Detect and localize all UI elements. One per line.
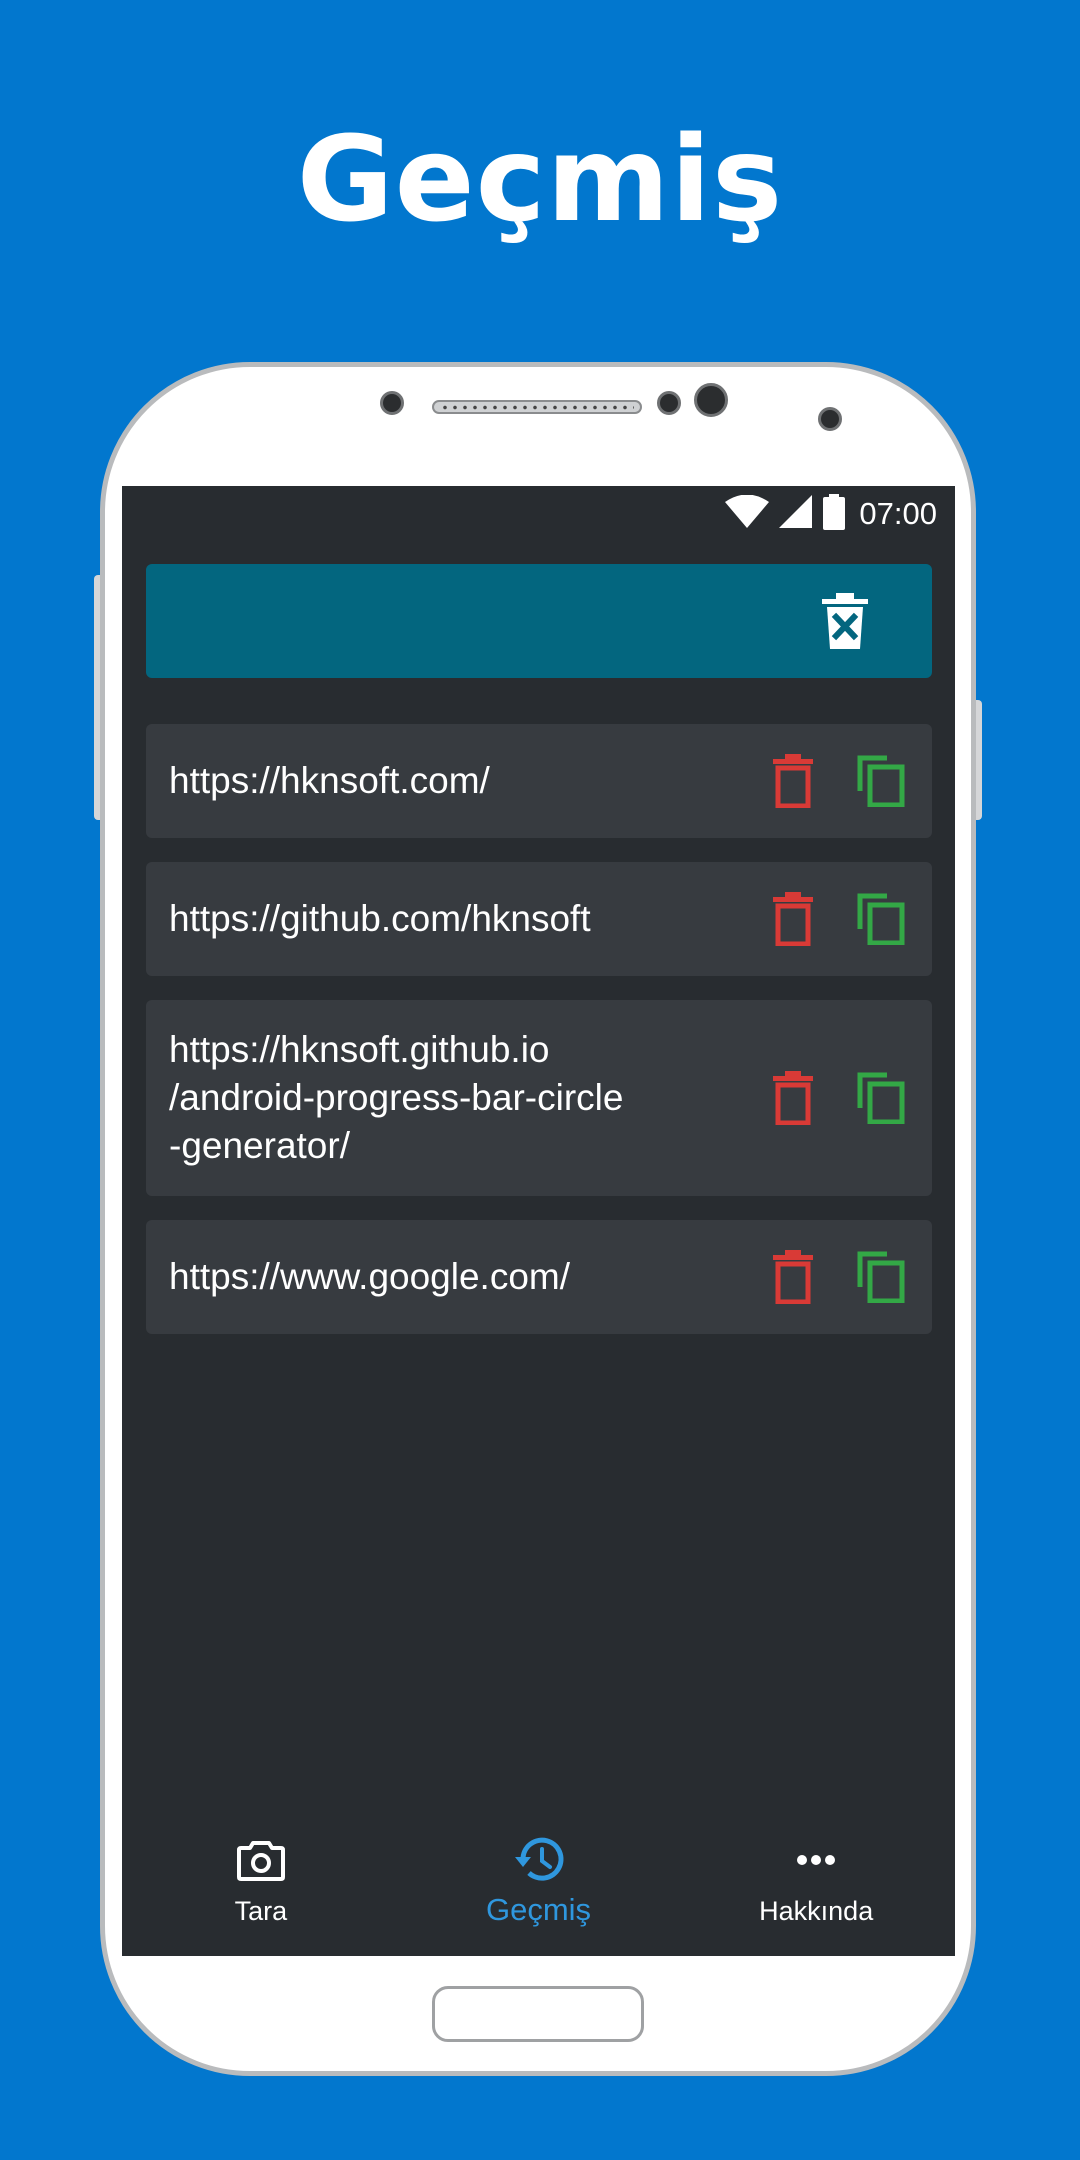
nav-tab-about[interactable]: Hakkında [677, 1816, 955, 1956]
history-item[interactable]: https://www.google.com/ [146, 1220, 932, 1334]
phone-home-button [432, 1986, 644, 2042]
light-sensor [818, 407, 842, 431]
history-url: https://www.google.com/ [169, 1256, 571, 1297]
app-toolbar [146, 564, 932, 678]
camera-icon [236, 1836, 285, 1884]
trash-icon [773, 1071, 813, 1125]
battery-icon [823, 493, 845, 535]
trash-icon [773, 1250, 813, 1304]
item-actions [768, 892, 906, 946]
item-actions [768, 754, 906, 808]
promo-title: Geçmiş [296, 110, 784, 248]
history-list: https://hknsoft.com/ https://github.com/… [146, 724, 932, 1358]
nav-label-about: Hakkında [759, 1896, 874, 1926]
promo-page: Geçmiş 07:00 https://hknsoft.com/ https:… [0, 0, 1080, 2160]
history-item[interactable]: https://hknsoft.github.io /android-progr… [146, 1000, 932, 1196]
trash-icon [773, 892, 813, 946]
bottom-navigation: Tara Geçmiş Hakkında [122, 1816, 955, 1956]
copy-icon [857, 755, 905, 807]
history-url: https://hknsoft.com/ [169, 760, 490, 801]
signal-icon [779, 494, 813, 534]
history-item[interactable]: https://github.com/hknsoft [146, 862, 932, 976]
nav-tab-scan[interactable]: Tara [122, 1816, 400, 1956]
copy-item-button[interactable] [856, 892, 906, 946]
status-bar: 07:00 [122, 486, 955, 542]
wifi-icon [725, 494, 769, 534]
front-camera [694, 383, 728, 417]
front-sensor [380, 391, 404, 415]
copy-item-button[interactable] [856, 1071, 906, 1125]
history-icon [513, 1836, 565, 1884]
copy-icon [857, 1251, 905, 1303]
history-item[interactable]: https://hknsoft.com/ [146, 724, 932, 838]
copy-icon [857, 1072, 905, 1124]
copy-item-button[interactable] [856, 754, 906, 808]
status-icons [725, 493, 845, 535]
clear-history-button[interactable] [820, 592, 870, 650]
proximity-sensor [657, 391, 681, 415]
nav-label-scan: Tara [234, 1896, 288, 1926]
history-url: https://hknsoft.github.io /android-progr… [169, 1029, 624, 1166]
item-actions [768, 1071, 906, 1125]
trash-icon [773, 754, 813, 808]
delete-item-button[interactable] [768, 1250, 818, 1304]
app-screen: 07:00 https://hknsoft.com/ https://githu… [122, 486, 955, 1956]
more-icon [796, 1836, 836, 1884]
nav-tab-history[interactable]: Geçmiş [400, 1816, 678, 1956]
earpiece-speaker [432, 400, 642, 414]
copy-icon [857, 893, 905, 945]
history-url: https://github.com/hknsoft [169, 898, 591, 939]
item-actions [768, 1250, 906, 1304]
delete-item-button[interactable] [768, 892, 818, 946]
delete-all-icon [822, 593, 868, 649]
status-time: 07:00 [859, 496, 937, 531]
delete-item-button[interactable] [768, 1071, 818, 1125]
nav-label-history: Geçmiş [485, 1892, 592, 1927]
copy-item-button[interactable] [856, 1250, 906, 1304]
delete-item-button[interactable] [768, 754, 818, 808]
